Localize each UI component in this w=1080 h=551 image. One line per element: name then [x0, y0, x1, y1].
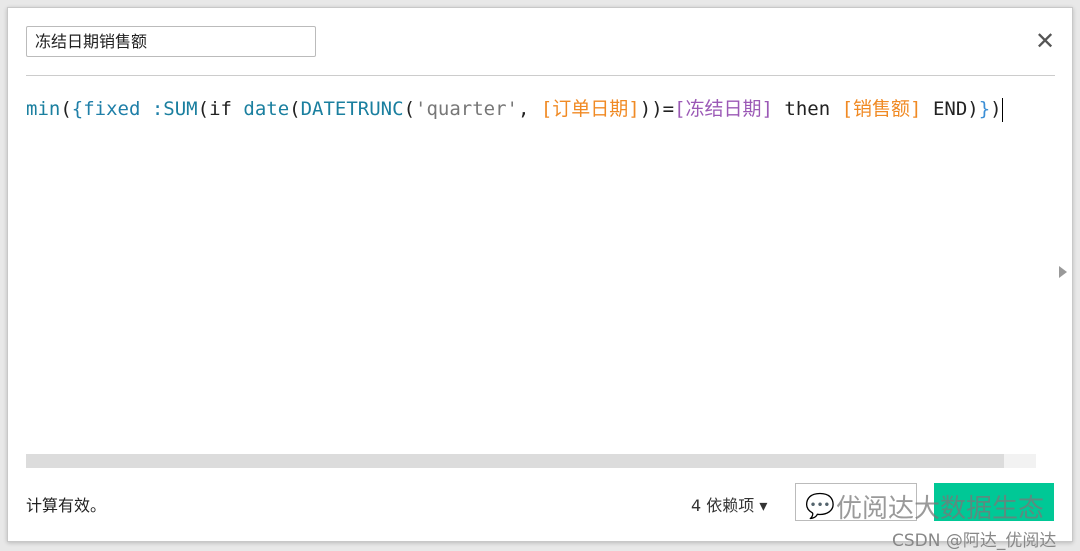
formula-token: ))=: [639, 98, 675, 120]
formula-token: ): [990, 98, 1002, 120]
formula-editor[interactable]: min({fixed :SUM(if date(DATETRUNC('quart…: [26, 94, 1003, 122]
formula-token: then: [772, 98, 842, 120]
scrollbar-thumb[interactable]: [26, 454, 1004, 468]
watermark-brand: 优阅达大数据生态: [836, 494, 1045, 524]
formula-token: DATETRUNC: [300, 98, 404, 120]
watermark-csdn: CSDN @阿达_优阅达: [892, 531, 1057, 551]
close-icon[interactable]: ✕: [1034, 29, 1056, 53]
formula-token: [冻结日期]: [674, 98, 773, 120]
expand-panel-arrow-icon[interactable]: [1059, 266, 1067, 278]
calculation-editor-dialog: 冻结日期销售额 ✕ min({fixed :SUM(if date(DATETR…: [7, 7, 1073, 551]
formula-token: ,: [517, 98, 541, 120]
formula-token: [销售额]: [841, 98, 922, 120]
formula-token: (if: [197, 98, 244, 120]
formula-token: (: [289, 98, 301, 120]
validation-status: 计算有效。: [26, 496, 107, 515]
formula-token: (: [60, 98, 72, 120]
formula-token: date: [243, 98, 290, 120]
horizontal-scrollbar[interactable]: [26, 454, 1036, 468]
divider: [26, 75, 1055, 76]
calculation-name-input[interactable]: 冻结日期销售额: [26, 26, 316, 57]
dependencies-dropdown[interactable]: 4 依赖项 ▾: [691, 492, 767, 516]
formula-token: [订单日期]: [540, 98, 640, 120]
formula-token: }: [978, 98, 991, 120]
formula-token: min: [26, 98, 61, 120]
formula-token: 'quarter': [415, 98, 518, 120]
formula-token: (: [403, 98, 416, 120]
text-caret: [1001, 97, 1003, 122]
formula-token: {fixed :: [71, 98, 164, 120]
formula-token: SUM: [163, 98, 198, 120]
formula-token: END): [921, 98, 979, 120]
